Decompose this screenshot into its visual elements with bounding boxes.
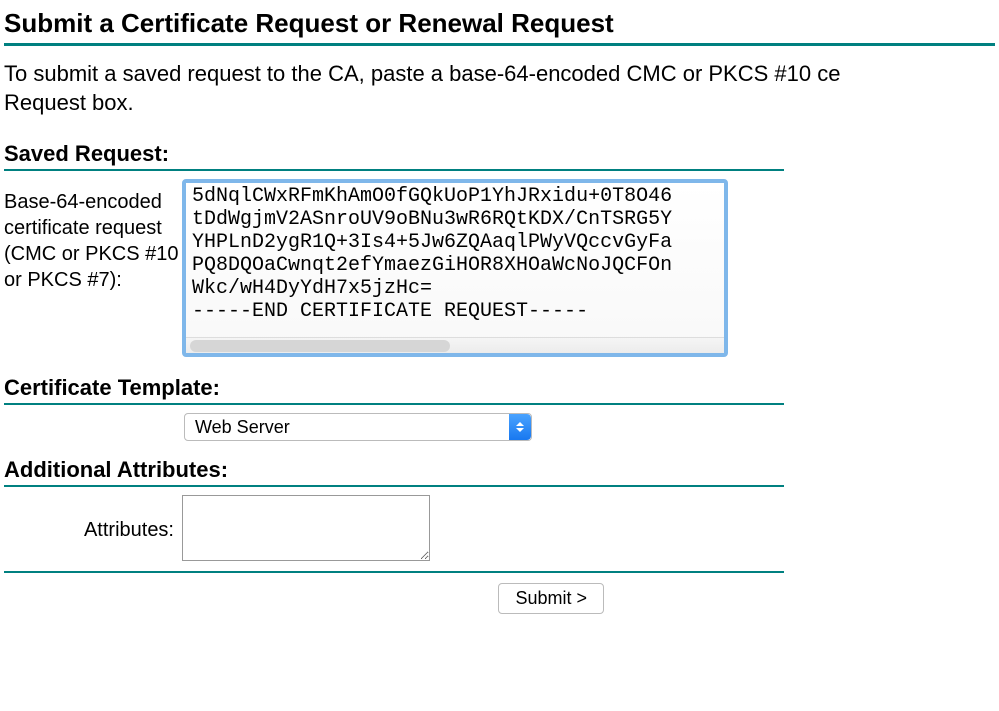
submit-row: Submit > [4, 583, 784, 614]
chevron-down-icon [516, 428, 524, 432]
cert-template-row: Web Server [184, 413, 784, 441]
intro-text: To submit a saved request to the CA, pas… [4, 60, 995, 117]
intro-line1: To submit a saved request to the CA, pas… [4, 61, 840, 86]
attributes-textarea[interactable] [182, 495, 430, 561]
additional-attributes-divider [4, 485, 784, 487]
saved-request-heading: Saved Request: [4, 141, 784, 167]
select-spinner-icon[interactable] [509, 414, 531, 440]
saved-request-divider [4, 169, 784, 171]
intro-line2: Request box. [4, 90, 134, 115]
cert-template-select[interactable]: Web Server [195, 414, 531, 440]
attributes-row: Attributes: [4, 495, 784, 561]
csr-container: 5dNqlCWxRFmKhAmO0fGQkUoP1YhJRxidu+0T8O46… [182, 179, 728, 357]
saved-request-row: Base-64-encoded certificate request (CMC… [4, 179, 784, 357]
csr-scrollbar-thumb[interactable] [190, 340, 450, 352]
saved-request-label: Base-64-encoded certificate request (CMC… [4, 179, 182, 293]
title-divider [4, 43, 995, 46]
csr-scrollbar[interactable] [186, 337, 724, 353]
cert-template-select-wrap[interactable]: Web Server [184, 413, 532, 441]
bottom-divider [4, 571, 784, 573]
csr-textarea[interactable]: 5dNqlCWxRFmKhAmO0fGQkUoP1YhJRxidu+0T8O46… [186, 183, 724, 331]
attributes-label: Attributes: [4, 495, 182, 542]
cert-template-heading: Certificate Template: [4, 375, 784, 401]
resize-grip-icon[interactable] [710, 339, 722, 351]
submit-button[interactable]: Submit > [498, 583, 604, 614]
cert-template-divider [4, 403, 784, 405]
additional-attributes-heading: Additional Attributes: [4, 457, 784, 483]
page-title: Submit a Certificate Request or Renewal … [4, 8, 995, 41]
chevron-up-icon [516, 422, 524, 426]
